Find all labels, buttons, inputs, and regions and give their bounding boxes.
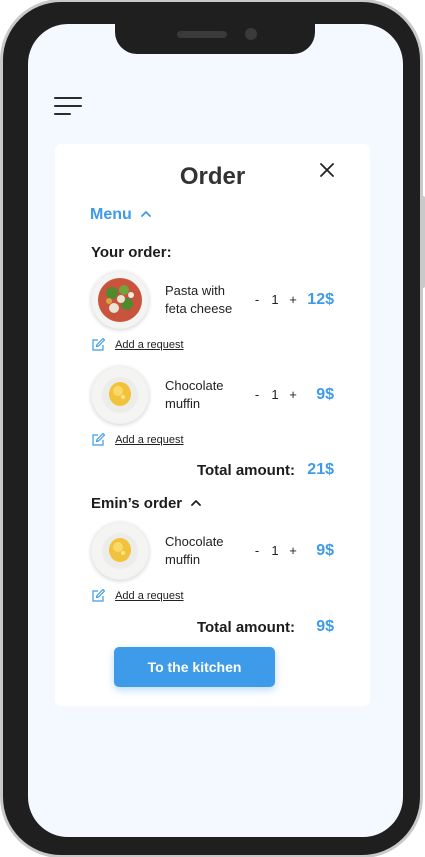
add-request-label: Add a request: [115, 589, 184, 602]
dish-name-line: muffin: [165, 552, 201, 567]
dish-name: Chocolate muffin: [165, 533, 255, 569]
dish-name-line: Chocolate: [165, 534, 224, 549]
add-request-link[interactable]: Add a request: [91, 337, 184, 352]
total-amount-label: Total amount:: [196, 619, 295, 636]
menu-toggle-label: Menu: [90, 206, 132, 223]
increase-button[interactable]: +: [284, 543, 302, 558]
dish-image-muffin: [91, 522, 149, 580]
quantity-stepper: -1 +: [248, 292, 302, 307]
menu-icon-bar: [54, 113, 71, 115]
dish-price: 9$: [316, 542, 334, 559]
decrease-button[interactable]: -: [248, 543, 266, 558]
increase-button[interactable]: +: [284, 387, 302, 402]
to-the-kitchen-button[interactable]: To the kitchen: [114, 647, 275, 687]
edit-icon: [92, 432, 106, 446]
quantity-stepper: -1 +: [248, 543, 302, 558]
total-amount-label: Total amount:: [196, 462, 295, 479]
edit-icon: [92, 588, 106, 602]
add-request-link[interactable]: Add a request: [91, 432, 184, 447]
speaker-grille: [177, 31, 227, 38]
menu-icon[interactable]: [54, 95, 84, 119]
decrease-button[interactable]: -: [248, 387, 266, 402]
front-camera: [245, 28, 257, 40]
decrease-button[interactable]: -: [248, 292, 266, 307]
quantity-stepper: -1 +: [248, 387, 302, 402]
total-amount-value: 21$: [307, 461, 334, 478]
emin-order-heading: Emin’s order: [91, 495, 183, 512]
your-order-heading: Your order:: [91, 244, 172, 261]
dish-image-pasta: [91, 271, 149, 329]
dish-price: 12$: [307, 291, 334, 308]
menu-icon-bar: [54, 105, 82, 107]
chevron-up-icon: [191, 500, 202, 506]
dish-name-line: Chocolate: [165, 378, 224, 393]
quantity-value: 1: [271, 543, 279, 558]
dish-name: Chocolate muffin: [165, 377, 255, 413]
dish-price: 9$: [316, 386, 334, 403]
add-request-label: Add a request: [115, 433, 184, 446]
order-card: Order Menu Your order: Pasta with feta c…: [55, 144, 370, 706]
emin-order-toggle[interactable]: Emin’s order: [91, 495, 202, 512]
add-request-link[interactable]: Add a request: [91, 588, 184, 603]
add-request-label: Add a request: [115, 338, 184, 351]
dish-name-line: muffin: [165, 396, 201, 411]
dish-name: Pasta with feta cheese: [165, 282, 255, 318]
close-icon[interactable]: [317, 160, 337, 180]
quantity-value: 1: [271, 292, 279, 307]
total-amount-value: 9$: [316, 618, 334, 635]
menu-toggle[interactable]: Menu: [90, 206, 152, 224]
phone-power-button: [420, 196, 425, 288]
dish-image-muffin: [91, 366, 149, 424]
phone-notch: [115, 24, 315, 54]
menu-icon-bar: [54, 97, 82, 99]
edit-icon: [92, 337, 106, 351]
dish-name-line: Pasta with: [165, 283, 225, 298]
quantity-value: 1: [271, 387, 279, 402]
chevron-up-icon: [141, 211, 152, 217]
dish-name-line: feta cheese: [165, 301, 233, 316]
increase-button[interactable]: +: [284, 292, 302, 307]
